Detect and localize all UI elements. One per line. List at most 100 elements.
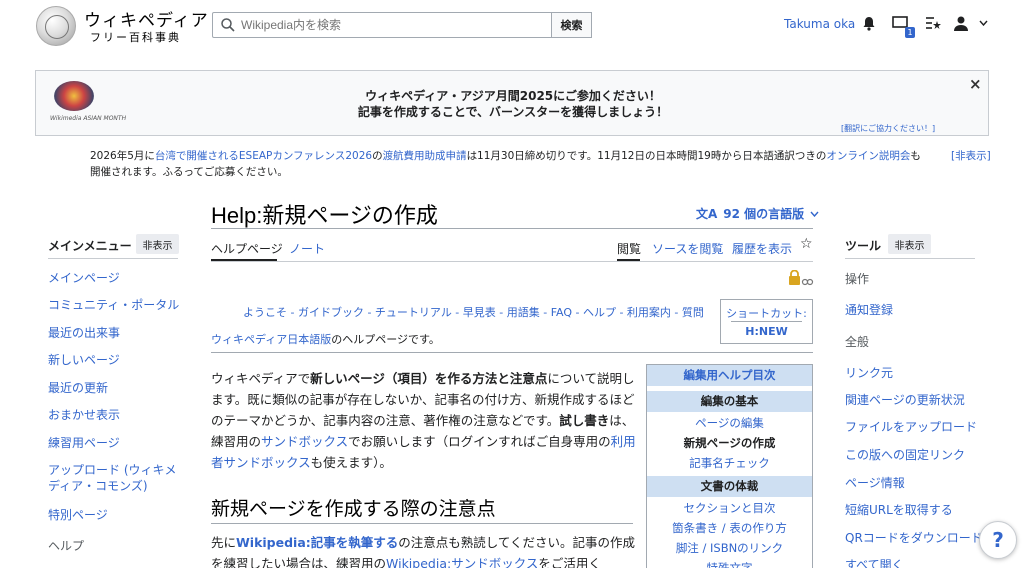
intro-text: のヘルプページです。 xyxy=(331,333,440,346)
search-icon xyxy=(221,18,235,32)
banner-close-button[interactable]: × xyxy=(969,75,982,93)
section-divider xyxy=(211,523,633,524)
tool-watch[interactable]: 通知登録 xyxy=(845,302,893,318)
toc-section-format: 文書の体裁 xyxy=(647,476,812,497)
sidebar-item-upload[interactable]: アップロード (ウィキメディア・コモンズ) xyxy=(48,462,183,494)
tools-divider xyxy=(845,258,975,259)
section-paragraph: 先にWikipedia:記事を執筆するの注意点も熟読してください。記事の作成を練… xyxy=(211,532,636,568)
watch-star-icon[interactable]: ☆ xyxy=(800,236,813,252)
section-heading: 新規ページを作成する際の注意点 xyxy=(211,499,496,520)
tool-short-url[interactable]: 短縮URLを取得する xyxy=(845,502,953,518)
campaign-banner: Wikimedia ASIAN MONTH ウィキペディア・アジア月間2025に… xyxy=(35,70,989,136)
intro-divider xyxy=(211,352,813,353)
tab-history[interactable]: 履歴を表示 xyxy=(732,240,792,257)
notification-count-badge: 1 xyxy=(905,27,915,38)
notice-grant-link[interactable]: 渡航費用助成申請 xyxy=(383,150,467,162)
sidebar-item-recent-changes[interactable]: 最近の更新 xyxy=(48,380,108,396)
banner-headline[interactable]: ウィキペディア・アジア月間2025にご参加ください！ xyxy=(36,87,990,104)
tool-expand-all[interactable]: すべて開く xyxy=(845,557,904,568)
main-menu-divider xyxy=(48,258,178,259)
page-title: Help:新規ページの作成 xyxy=(211,203,438,228)
help-button[interactable]: ? xyxy=(979,521,1017,559)
tools-section-actions: 操作 xyxy=(845,272,870,286)
sandbox-link[interactable]: サンドボックス xyxy=(261,434,348,449)
site-notice: 2026年5月に台湾で開催されるESEAPカンファレンス2026の渡航費用助成申… xyxy=(90,148,930,180)
toc-section-basics: 編集の基本 xyxy=(647,391,812,412)
notice-text: 2026年5月に xyxy=(90,150,155,162)
shortcut-divider xyxy=(731,321,802,322)
tabs-divider xyxy=(211,261,813,262)
sidebar-item-community-portal[interactable]: コミュニティ・ポータル xyxy=(48,297,179,313)
wikipedia-sandbox-link[interactable]: Wikipedia:サンドボックス xyxy=(386,556,538,568)
search-box[interactable] xyxy=(212,12,552,38)
writing-articles-link[interactable]: Wikipedia:記事を執筆する xyxy=(236,535,398,550)
text: でお願いします（ログインすればご自身専用の xyxy=(348,434,611,449)
logo-title[interactable]: ウィキペディア xyxy=(84,6,209,31)
user-icon[interactable] xyxy=(952,14,970,32)
toc-item-new-page: 新規ページの作成 xyxy=(683,436,776,450)
help-toc: 編集用ヘルプ目次 編集の基本 ページの編集 新規ページの作成 記事名チェック 文… xyxy=(646,364,813,568)
tab-read[interactable]: 閲覧 xyxy=(617,240,641,257)
sidebar-item-sandbox[interactable]: 練習用ページ xyxy=(48,435,120,451)
toc-item-edit-page[interactable]: ページの編集 xyxy=(647,413,812,433)
text: も使えます）。 xyxy=(310,455,392,470)
tool-related-changes[interactable]: 関連ページの更新状況 xyxy=(845,392,965,408)
toc-item-lists-tables[interactable]: 箇条書き / 表の作り方 xyxy=(647,518,812,538)
tools-heading: ツール xyxy=(845,239,882,253)
bell-icon[interactable] xyxy=(860,14,878,32)
tools-section-general: 全般 xyxy=(845,335,870,349)
toc-title[interactable]: 編集用ヘルプ目次 xyxy=(647,365,812,386)
shortcut-label[interactable]: ショートカット: xyxy=(721,305,812,321)
sidebar-item-special-pages[interactable]: 特別ページ xyxy=(48,507,108,523)
banner-subline[interactable]: 記事を作成することで、バーンスターを獲得しましょう！ xyxy=(36,103,990,120)
sidebar-item-new-pages[interactable]: 新しいページ xyxy=(48,352,120,368)
sidebar-item-current-events[interactable]: 最近の出来事 xyxy=(48,325,120,341)
toc-item-footnotes[interactable]: 脚注 / ISBNのリンク xyxy=(647,538,812,558)
user-page-link[interactable]: Takuma oka xyxy=(784,17,855,31)
toc-item-sections[interactable]: セクションと目次 xyxy=(647,498,812,518)
sidebar-item-random[interactable]: おまかせ表示 xyxy=(48,407,120,423)
tools-hide-button[interactable]: 非表示 xyxy=(888,234,931,254)
help-navigation-links[interactable]: ようこそ - ガイドブック - チュートリアル - 早見表 - 用語集 - FA… xyxy=(243,304,704,320)
shortcut-value[interactable]: H:NEW xyxy=(721,325,812,338)
language-count: 92 個の言語版 xyxy=(723,207,805,221)
lock-icon[interactable] xyxy=(788,269,814,290)
main-menu-heading: メインメニュー xyxy=(48,239,132,253)
text: ウィキペディアで xyxy=(211,371,311,386)
tool-qr-code[interactable]: QRコードをダウンロード xyxy=(845,530,983,546)
sidebar-item-main-page[interactable]: メインページ xyxy=(48,270,120,286)
tool-what-links-here[interactable]: リンク元 xyxy=(845,365,893,381)
notice-text: の xyxy=(372,150,383,162)
language-button[interactable]: 文A 92 個の言語版 xyxy=(696,205,819,222)
sidebar-section-help: ヘルプ xyxy=(48,539,85,553)
text: 先に xyxy=(211,535,237,550)
logo-subtitle[interactable]: フリー百科事典 xyxy=(90,29,181,45)
tool-permanent-link[interactable]: この版への固定リンク xyxy=(845,447,965,463)
tab-view-source[interactable]: ソースを閲覧 xyxy=(652,240,723,257)
jawiki-link[interactable]: ウィキペディア日本語版 xyxy=(211,333,331,346)
toc-item-special-chars[interactable]: 特殊文字 xyxy=(647,558,812,568)
chevron-down-icon[interactable] xyxy=(976,14,990,32)
notice-hide-link[interactable]: [非表示] xyxy=(951,148,991,163)
title-divider xyxy=(211,228,813,229)
chevron-down-icon xyxy=(810,211,819,217)
tab-talk[interactable]: ノート xyxy=(289,240,325,257)
wikipedia-logo-icon[interactable] xyxy=(36,6,76,46)
banner-translate-link[interactable]: [翻訳にご協力ください！] xyxy=(841,123,935,134)
intro-paragraph: ウィキペディアで新しいページ（項目）を作る方法と注意点について説明します。既に類… xyxy=(211,368,636,473)
tab-help-page[interactable]: ヘルプページ xyxy=(211,240,283,257)
search-button[interactable]: 検索 xyxy=(551,12,592,38)
bold-text: 試し書き xyxy=(559,413,610,428)
search-input[interactable] xyxy=(241,18,531,32)
bold-text: 新しいページ（項目）を作る方法と注意点 xyxy=(310,371,548,386)
shortcut-box: ショートカット: H:NEW xyxy=(720,299,813,344)
main-menu-hide-button[interactable]: 非表示 xyxy=(136,234,179,254)
tool-page-info[interactable]: ページ情報 xyxy=(845,475,905,491)
notice-online-session-link[interactable]: オンライン説明会 xyxy=(826,150,910,162)
tool-upload-file[interactable]: ファイルをアップロード xyxy=(845,419,977,435)
notice-text: は11月30日締め切りです。11月12日の日本時間19時から日本語通訳つきの xyxy=(466,150,827,162)
watchlist-icon[interactable] xyxy=(924,14,942,32)
translate-icon: 文A xyxy=(696,207,718,221)
toc-item-title-check[interactable]: 記事名チェック xyxy=(647,453,812,473)
notice-conference-link[interactable]: 台湾で開催されるESEAPカンファレンス2026 xyxy=(155,150,372,162)
